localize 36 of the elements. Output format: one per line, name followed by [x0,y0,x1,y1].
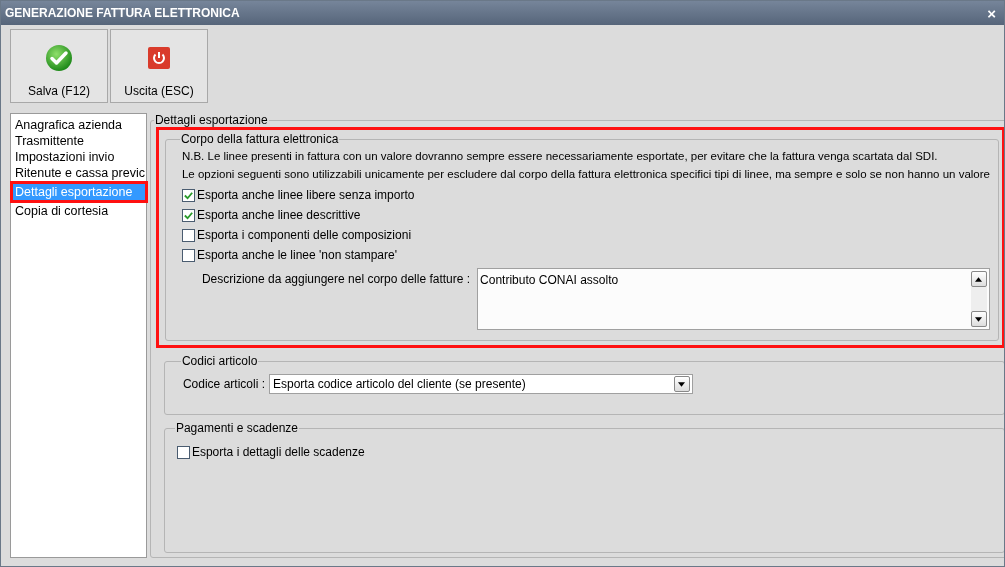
sidebar-item[interactable]: Copia di cortesia [14,203,146,219]
checkbox-label: Esporta i componenti delle composizioni [196,228,412,242]
group-title: Dettagli esportazione [153,113,269,127]
checkbox[interactable] [181,228,195,242]
close-button[interactable]: × [985,5,998,21]
sidebar-item[interactable]: Impostazioni invio [14,149,146,165]
note-text: Le opzioni seguenti sono utilizzabili unicamente per escludere dal corpo della fattura elettronica specifici tipi di linee, ma sempre e solo se non hanno un valore [181,168,990,180]
scroll-up-button[interactable] [971,271,987,287]
toolbar-button[interactable]: Uscita (ESC) [110,29,208,103]
toolbar-button[interactable]: Salva (F12) [10,29,108,103]
up-arrow-icon [975,276,983,282]
caret-icon [678,381,686,387]
scroll-down-button[interactable] [971,311,987,327]
sidebar-item[interactable]: Trasmittente [14,133,146,149]
checkbox-label: Esporta anche linee descrittive [196,208,361,222]
window-title: GENERAZIONE FATTURA ELETTRONICA [5,6,240,20]
group-title: Pagamenti e scadenze [174,421,300,435]
dropdown[interactable]: Esporta codice articolo del cliente (se presente) [268,374,693,394]
down-arrow-icon [975,316,983,322]
checkbox[interactable] [176,445,190,459]
checkbox-label: Esporta anche linee libere senza importo [196,188,415,202]
checkbox[interactable] [181,248,195,262]
checkmark-icon [45,44,73,72]
field-label: Descrizione da aggiungere nel corpo delle fatture : [201,272,471,288]
checkbox[interactable] [181,188,195,202]
description-field[interactable]: Contributo CONAI assolto [477,268,990,330]
field-label: Codice articoli : [182,377,265,391]
checkbox[interactable] [181,208,195,222]
sidebar-item[interactable]: Ritenute e cassa previc [14,165,146,181]
sidebar-item[interactable]: Anagrafica azienda [14,117,146,133]
group-title: Codici articolo [180,354,259,368]
power-icon [145,44,173,72]
note-text: N.B. Le linee presenti in fattura con un valore dovranno sempre essere necessariamente esportate, per evitare che la fattura venga scartata dal SDI. [181,150,939,162]
group-title: Corpo della fattura elettronica [179,132,340,146]
checkbox-label: Esporta i dettagli delle scadenze [191,445,365,459]
checkbox-label: Esporta anche le linee 'non stampare' [196,248,397,262]
